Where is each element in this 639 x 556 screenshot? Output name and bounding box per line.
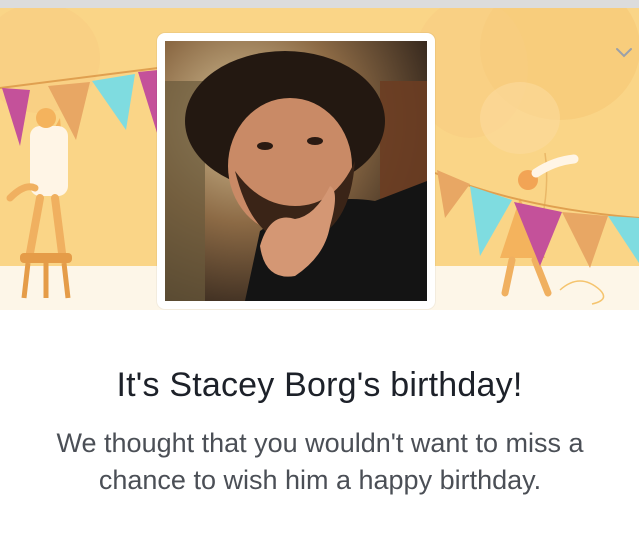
profile-photo-frame <box>157 33 435 309</box>
profile-photo[interactable] <box>165 41 427 301</box>
top-bar <box>0 0 639 8</box>
birthday-message: We thought that you wouldn't want to mis… <box>56 428 584 495</box>
birthday-title: It's Stacey Borg's birthday! <box>116 366 523 404</box>
chevron-down-icon[interactable] <box>615 46 633 60</box>
